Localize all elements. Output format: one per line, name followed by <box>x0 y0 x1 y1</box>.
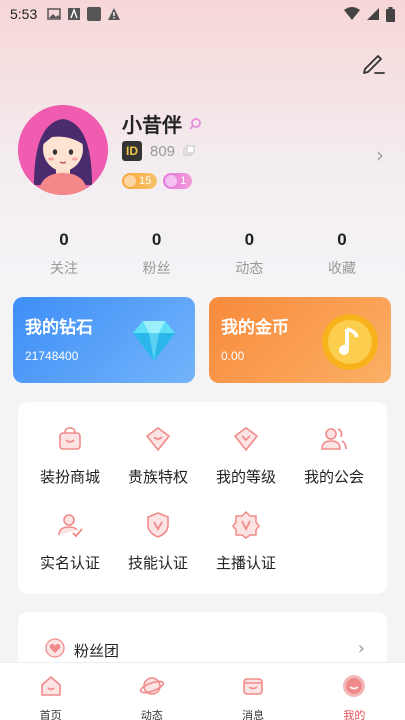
stat-favorites[interactable]: 0 收藏 <box>296 230 388 278</box>
charm-level-value: 1 <box>180 175 187 187</box>
menu-item-label: 装扮商城 <box>39 468 100 486</box>
stat-value: 0 <box>151 230 162 249</box>
diamond-title: 我的钻石 <box>25 318 93 338</box>
tab-feed[interactable]: 动态 <box>101 663 202 720</box>
tab-label: 我的 <box>343 709 366 720</box>
user-id: 809 <box>150 142 176 160</box>
verified-person-icon <box>58 514 83 538</box>
wealth-level-badge: 15 <box>122 173 158 189</box>
avatar[interactable] <box>18 105 108 195</box>
function-menu-card: 装扮商城 贵族特权 我的等级 我的公会 实名认证 技能认证 主播认证 <box>18 402 387 594</box>
shop-bag-icon <box>59 427 81 450</box>
gold-coin-icon <box>322 314 378 370</box>
chevron-right-icon[interactable]: › <box>376 143 384 167</box>
menu-item-anchor[interactable]: 主播认证 <box>202 510 290 573</box>
level-badges: 15 1 <box>122 173 193 189</box>
gold-amount: 0.00 <box>221 349 245 363</box>
system-icons <box>344 6 395 22</box>
menu-item-label: 我的公会 <box>303 468 364 486</box>
profile-header[interactable]: 小昔伴 ID 809 › 15 1 <box>18 105 388 197</box>
signal-icon <box>367 8 379 20</box>
gold-title: 我的金币 <box>221 318 289 338</box>
stat-value: 0 <box>337 230 347 249</box>
stat-value: 0 <box>244 230 255 249</box>
stat-following[interactable]: 0 关注 <box>18 230 110 278</box>
anchor-badge-icon <box>232 510 260 539</box>
profile-icon <box>343 675 366 697</box>
fan-club-label: 粉丝团 <box>74 642 120 660</box>
copy-icon[interactable] <box>183 145 195 157</box>
avatar-illustration <box>18 105 108 195</box>
menu-item-label: 主播认证 <box>215 554 276 572</box>
menu-item-label: 我的等级 <box>215 468 276 486</box>
status-bar: 5:53 <box>0 0 405 28</box>
stat-label: 收藏 <box>327 261 356 277</box>
tab-messages[interactable]: 消息 <box>203 663 304 720</box>
wealth-level-icon <box>124 175 136 187</box>
chevron-right-icon: › <box>357 638 365 659</box>
menu-item-skill[interactable]: 技能认证 <box>114 510 202 573</box>
stat-label: 动态 <box>235 261 264 277</box>
diamond-wallet-card[interactable]: 我的钻石 21748400 <box>13 297 195 383</box>
stat-label: 粉丝 <box>142 261 171 277</box>
menu-item-realname[interactable]: 实名认证 <box>26 510 114 573</box>
battery-icon <box>386 6 395 22</box>
charm-level-badge: 1 <box>163 173 193 189</box>
status-time: 5:53 <box>10 6 38 22</box>
menu-item-noble[interactable]: 贵族特权 <box>114 424 202 487</box>
wealth-level-value: 15 <box>139 175 152 187</box>
menu-item-guild[interactable]: 我的公会 <box>290 424 378 487</box>
stat-label: 关注 <box>50 261 78 277</box>
name-row: 小昔伴 <box>122 109 202 138</box>
stat-value: 0 <box>59 230 69 249</box>
bottom-tab-bar: 首页 动态 消息 我的 <box>0 662 405 720</box>
noble-heart-icon <box>145 427 171 452</box>
tab-home[interactable]: 首页 <box>0 663 101 720</box>
menu-item-dress-shop[interactable]: 装扮商城 <box>26 424 114 487</box>
message-icon <box>243 678 263 695</box>
user-name: 小昔伴 <box>122 115 182 137</box>
menu-item-label: 实名认证 <box>39 554 100 572</box>
tab-profile[interactable]: 我的 <box>304 663 405 720</box>
warning-icon <box>108 8 121 20</box>
id-tag: ID <box>122 141 142 161</box>
notification-icons <box>47 7 121 21</box>
font-icon <box>68 8 81 20</box>
wifi-icon <box>344 7 360 20</box>
menu-item-level[interactable]: 我的等级 <box>202 424 290 487</box>
image-icon <box>47 8 61 20</box>
home-icon <box>40 676 61 696</box>
tab-label: 消息 <box>242 709 265 720</box>
stat-posts[interactable]: 0 动态 <box>203 230 295 278</box>
stat-fans[interactable]: 0 粉丝 <box>111 230 203 278</box>
menu-item-label: 技能认证 <box>127 554 188 572</box>
gender-female-icon <box>189 117 201 130</box>
square-icon <box>87 7 102 21</box>
diamond-icon <box>133 321 175 361</box>
edit-icon[interactable] <box>361 50 387 76</box>
tab-label: 动态 <box>140 709 163 720</box>
charm-level-icon <box>165 175 178 187</box>
level-heart-icon <box>233 427 259 452</box>
menu-item-label: 贵族特权 <box>127 468 188 486</box>
id-row: ID 809 <box>122 141 195 161</box>
guild-people-icon <box>321 428 347 450</box>
stats-row: 0 关注 0 粉丝 0 动态 0 收藏 <box>18 230 388 278</box>
fan-club-heart-icon <box>45 638 65 658</box>
gold-wallet-card[interactable]: 我的金币 0.00 <box>209 297 391 383</box>
diamond-amount: 21748400 <box>25 349 79 363</box>
planet-icon <box>139 677 165 695</box>
skill-shield-icon <box>147 512 169 538</box>
tab-label: 首页 <box>39 709 62 720</box>
